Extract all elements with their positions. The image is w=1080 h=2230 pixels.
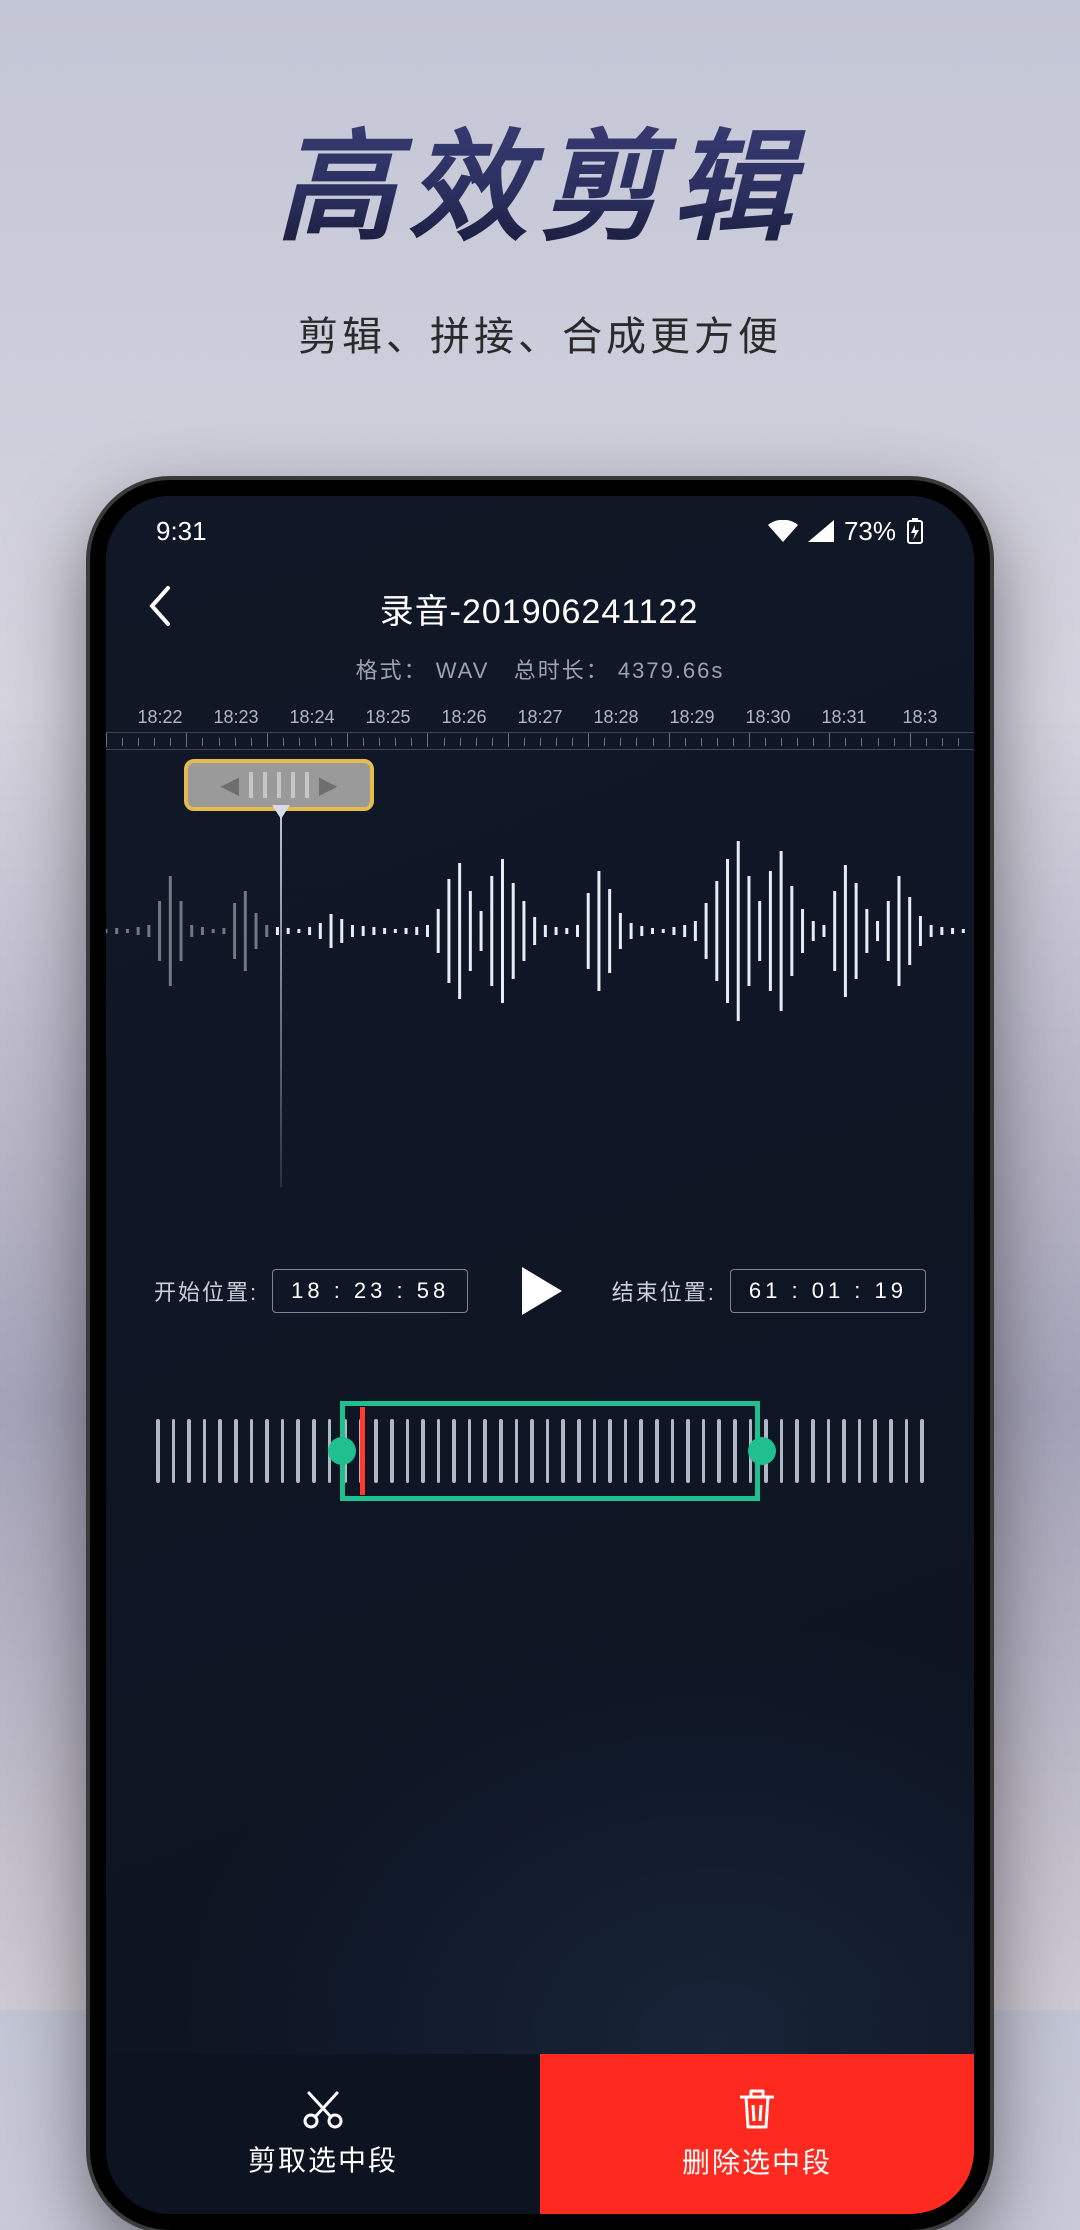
grip-line bbox=[305, 772, 309, 798]
play-icon bbox=[510, 1261, 570, 1321]
grip-line bbox=[291, 772, 295, 798]
range-cursor[interactable] bbox=[360, 1407, 365, 1495]
chevron-right-icon: ▶ bbox=[319, 771, 337, 800]
duration-value: 4379.66s bbox=[618, 658, 725, 683]
timeline-tick-label: 18:23 bbox=[198, 707, 274, 728]
range-slider[interactable] bbox=[106, 1391, 974, 1511]
timeline-tick-label: 18:26 bbox=[426, 707, 502, 728]
end-position-group: 结束位置: 61 : 01 : 19 bbox=[612, 1269, 926, 1313]
trash-icon bbox=[737, 2087, 777, 2131]
start-position-label: 开始位置: bbox=[154, 1275, 258, 1307]
status-bar: 9:31 73% bbox=[106, 496, 974, 566]
start-position-group: 开始位置: 18 : 23 : 58 bbox=[154, 1269, 468, 1313]
format-label: 格式： bbox=[356, 658, 428, 683]
bottom-actions: 剪取选中段 删除选中段 bbox=[106, 2054, 974, 2214]
waveform-area[interactable] bbox=[106, 821, 974, 1201]
format-value: WAV bbox=[436, 658, 490, 683]
grip-line bbox=[263, 772, 267, 798]
waveform-icon bbox=[106, 821, 974, 1041]
scissors-icon bbox=[301, 2089, 345, 2129]
chevron-left-icon: ◀ bbox=[221, 771, 239, 800]
edit-controls: 开始位置: 18 : 23 : 58 结束位置: 61 : 01 : 19 bbox=[106, 1261, 974, 1321]
range-handle-start[interactable] bbox=[328, 1437, 356, 1465]
timeline-ruler[interactable]: 18:2218:2318:2418:2518:2618:2718:2818:29… bbox=[106, 707, 974, 761]
cut-selection-label: 剪取选中段 bbox=[248, 2139, 398, 2179]
timeline-tick-label: 18:31 bbox=[806, 707, 882, 728]
wifi-icon bbox=[768, 520, 798, 542]
timeline-tick-label: 18:29 bbox=[654, 707, 730, 728]
range-selection-box[interactable] bbox=[340, 1401, 760, 1501]
status-indicators: 73% bbox=[768, 516, 924, 547]
timeline-tick-label: 18:25 bbox=[350, 707, 426, 728]
battery-icon bbox=[906, 518, 924, 544]
promo-title: 高效剪辑 bbox=[0, 90, 1080, 264]
delete-selection-label: 删除选中段 bbox=[682, 2141, 832, 2181]
phone-frame: 9:31 73% 录音-201906241122 格式： WAV 总时长： 43… bbox=[90, 480, 990, 2230]
page-title: 录音-201906241122 bbox=[144, 584, 934, 633]
timeline-tick-label: 18:28 bbox=[578, 707, 654, 728]
app-screen: 9:31 73% 录音-201906241122 格式： WAV 总时长： 43… bbox=[106, 496, 974, 2214]
delete-selection-button[interactable]: 删除选中段 bbox=[540, 2054, 974, 2214]
signal-icon bbox=[808, 520, 834, 542]
grip-line bbox=[249, 772, 253, 798]
cut-selection-button[interactable]: 剪取选中段 bbox=[106, 2054, 540, 2214]
range-handle-end[interactable] bbox=[748, 1437, 776, 1465]
end-position-label: 结束位置: bbox=[612, 1275, 716, 1307]
start-position-input[interactable]: 18 : 23 : 58 bbox=[272, 1269, 468, 1313]
grip-line bbox=[277, 772, 281, 798]
file-meta: 格式： WAV 总时长： 4379.66s bbox=[106, 653, 974, 685]
timeline-tick-label: 18:3 bbox=[882, 707, 958, 728]
status-time: 9:31 bbox=[156, 516, 207, 547]
promo-subtitle: 剪辑、拼接、合成更方便 bbox=[0, 304, 1080, 362]
timeline-tick-label: 18:22 bbox=[122, 707, 198, 728]
duration-label: 总时长： bbox=[514, 658, 610, 683]
play-button[interactable] bbox=[510, 1261, 570, 1321]
scrub-handle[interactable]: ◀ ▶ bbox=[184, 759, 374, 811]
app-header: 录音-201906241122 bbox=[106, 566, 974, 641]
timeline-tick-label: 18:27 bbox=[502, 707, 578, 728]
timeline-tick-label: 18:30 bbox=[730, 707, 806, 728]
battery-percent: 73% bbox=[844, 516, 896, 547]
playhead-line[interactable] bbox=[280, 807, 282, 1187]
timeline-tick-label: 18:24 bbox=[274, 707, 350, 728]
end-position-input[interactable]: 61 : 01 : 19 bbox=[730, 1269, 926, 1313]
